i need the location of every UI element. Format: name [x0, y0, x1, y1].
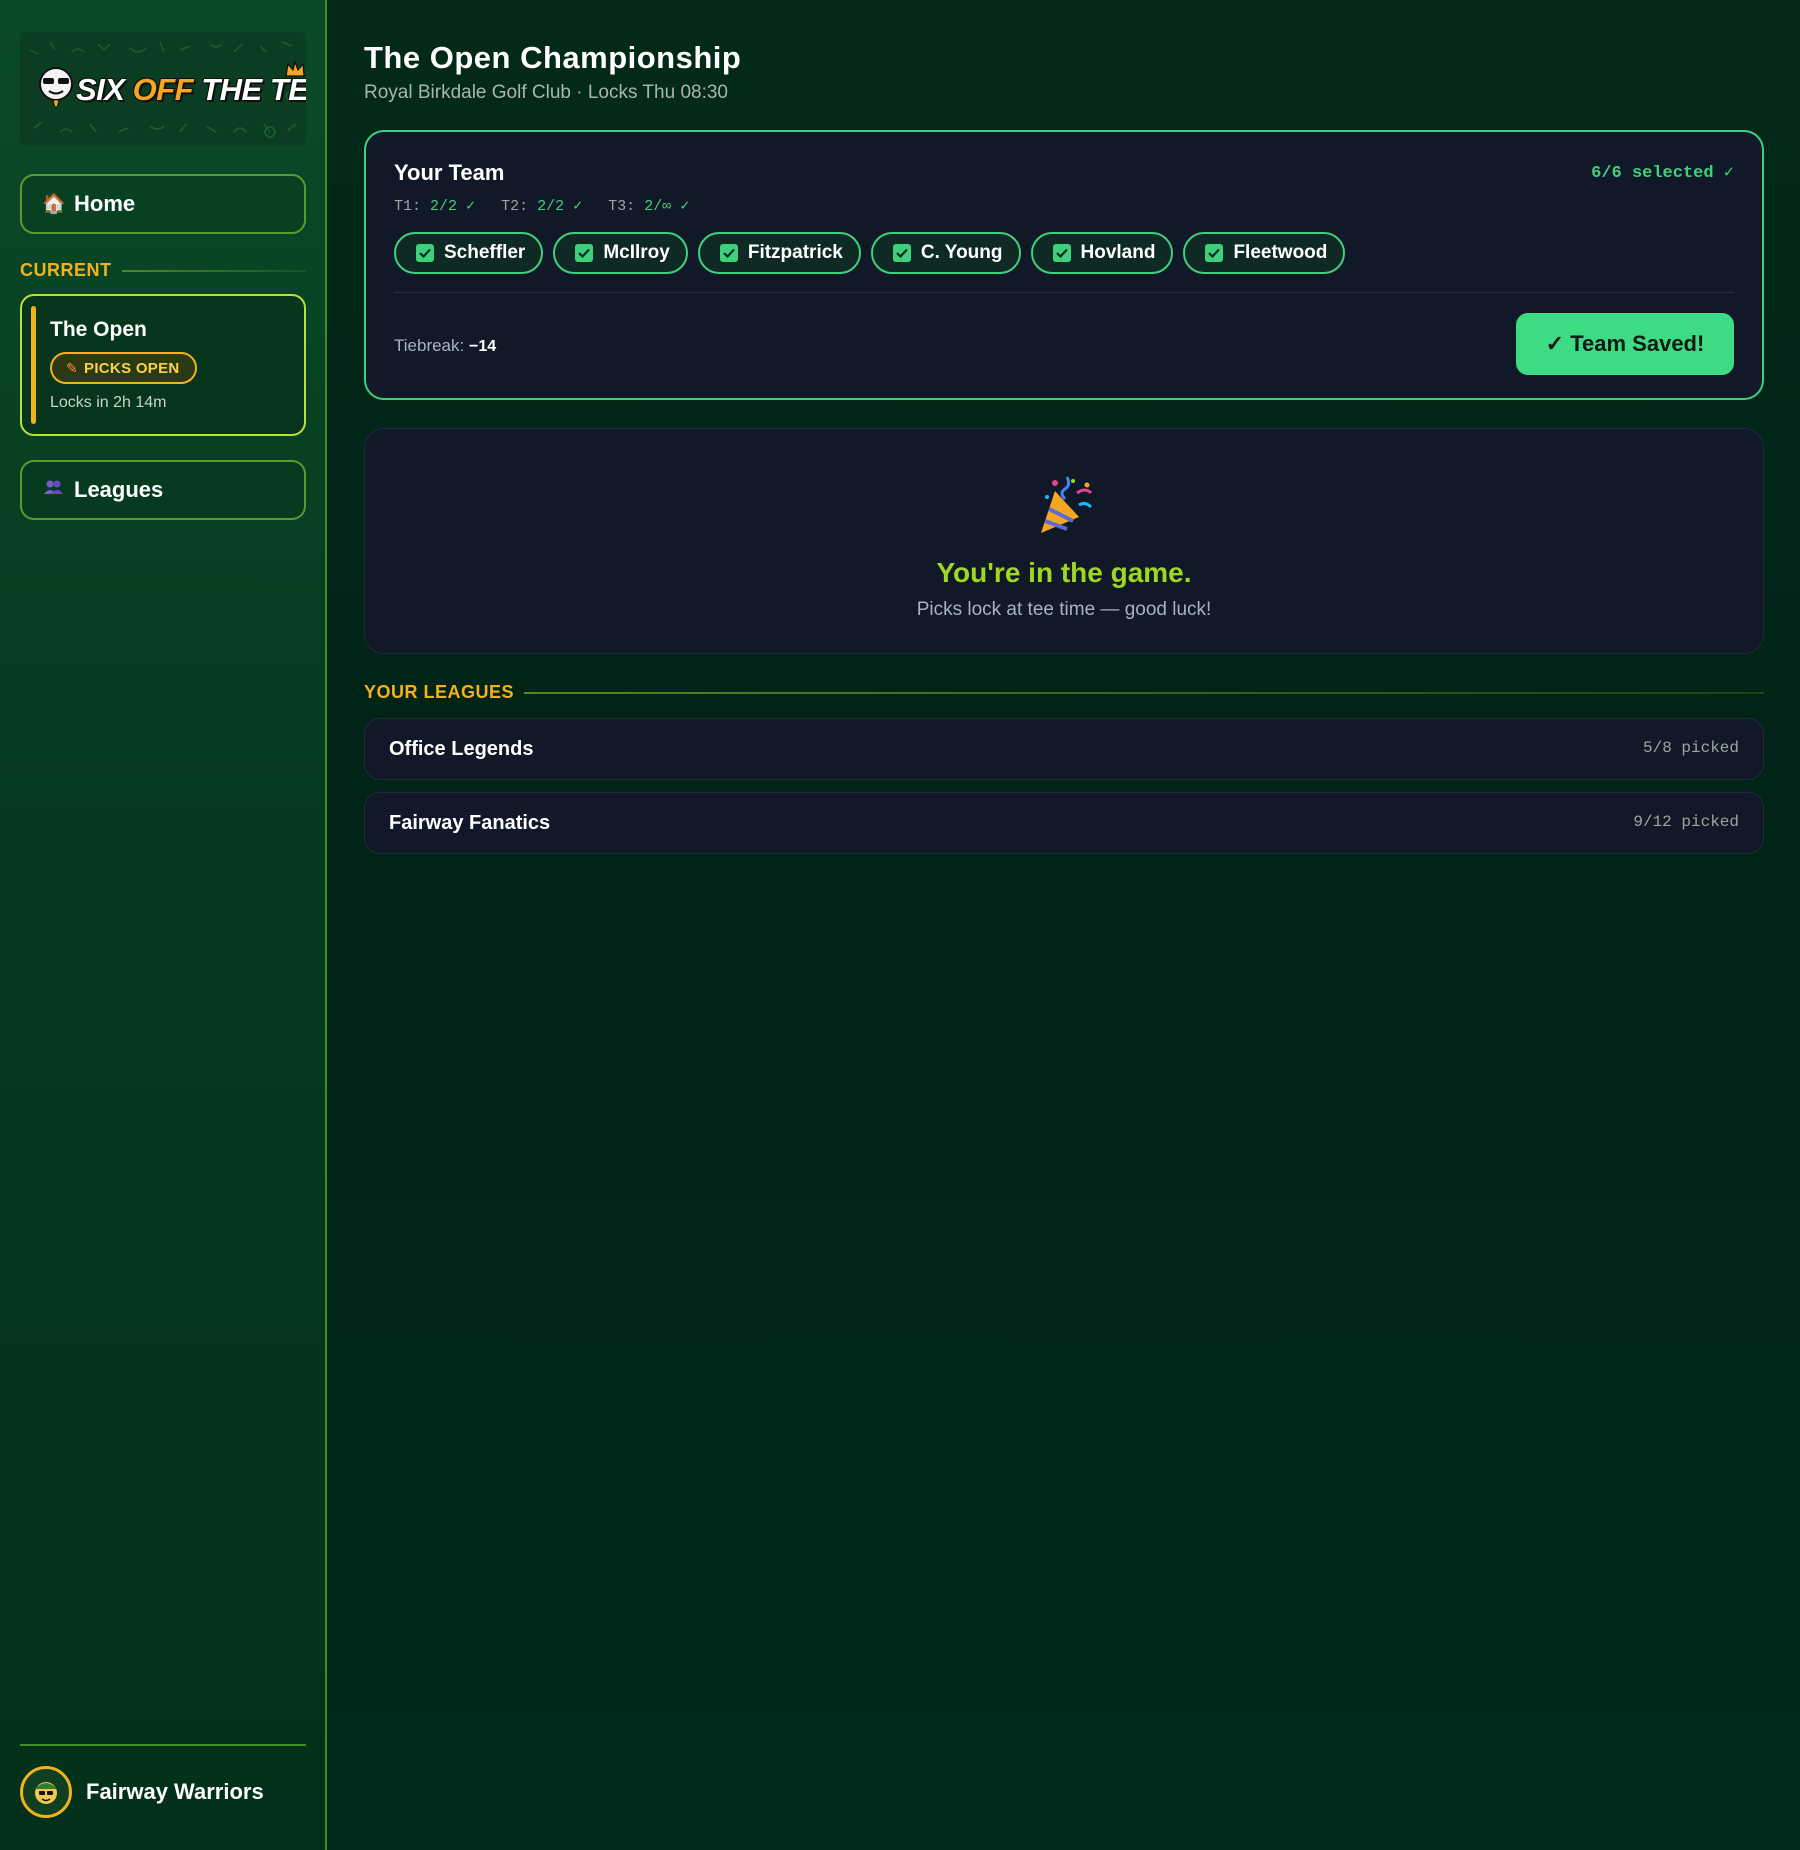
team-card-divider	[394, 292, 1734, 293]
current-event-title: The Open	[50, 318, 147, 341]
tier-2-status: T2: 2/2 ✓	[501, 198, 583, 215]
tiebreak: Tiebreak: −14	[394, 336, 496, 356]
player-chip[interactable]: Fleetwood	[1183, 232, 1346, 274]
crown-icon	[285, 60, 305, 77]
section-divider	[524, 691, 1764, 694]
party-popper-icon	[1041, 476, 1093, 533]
checkbox-checked-icon	[575, 244, 594, 262]
user-profile[interactable]: Fairway Warriors	[20, 1766, 264, 1818]
team-saved-button[interactable]: ✓ Team Saved!	[1516, 313, 1734, 375]
page-subtitle: Royal Birkdale Golf Club · Locks Thu 08:…	[364, 82, 728, 103]
checkbox-checked-icon	[1052, 244, 1071, 262]
league-name: Fairway Fanatics	[389, 812, 551, 834]
checkbox-checked-icon	[892, 244, 911, 262]
player-chip[interactable]: C. Young	[870, 232, 1021, 274]
selected-count: 6/6 selected ✓	[1591, 164, 1734, 183]
confirmation-subtext: Picks lock at tee time — good luck!	[916, 599, 1212, 620]
checkbox-checked-icon	[1205, 244, 1224, 262]
picks-open-badge-label: PICKS OPEN	[84, 359, 180, 377]
league-picked-count: 9/12 picked	[1633, 813, 1739, 831]
player-name: Hovland	[1080, 242, 1156, 263]
current-section-text: CURRENT	[20, 260, 112, 280]
checkbox-checked-icon	[719, 244, 738, 262]
your-team-card: Your Team 6/6 selected ✓ T1: 2/2 ✓ T2: 2…	[364, 130, 1764, 400]
current-event-card[interactable]: The Open ✎ PICKS OPEN Locks in 2h 14m	[20, 294, 306, 436]
player-name: Fleetwood	[1233, 242, 1328, 263]
current-section-label: CURRENT	[20, 260, 306, 281]
section-divider	[121, 269, 306, 272]
page-title: The Open Championship	[364, 40, 742, 75]
player-chip[interactable]: Hovland	[1030, 232, 1174, 274]
people-icon	[42, 479, 64, 501]
picks-open-badge: ✎ PICKS OPEN	[50, 352, 197, 384]
current-event-locks: Locks in 2h 14m	[50, 394, 167, 411]
avatar	[20, 1766, 72, 1818]
confirmation-card: You're in the game. Picks lock at tee ti…	[364, 428, 1764, 654]
your-leagues-section-label: YOUR LEAGUES	[364, 682, 1764, 703]
logo-wordmark: SIX OFF THE TEE	[76, 72, 306, 107]
tier-1-status: T1: 2/2 ✓	[394, 198, 476, 215]
checkbox-checked-icon	[416, 244, 434, 262]
tier-summary: T1: 2/2 ✓ T2: 2/2 ✓ T3: 2/∞ ✓	[394, 196, 715, 215]
player-chips: Scheffler McIlroy Fitzpatrick C. Young H…	[394, 232, 1355, 274]
player-name: C. Young	[920, 242, 1003, 263]
people-glyph	[44, 480, 63, 494]
sidebar: SIX OFF THE TEE 🏠 Home CURRENT The Open …	[0, 0, 327, 1850]
player-name: Fitzpatrick	[747, 242, 843, 263]
golfer-emoji-icon	[35, 1782, 57, 1804]
player-chip[interactable]: Fitzpatrick	[697, 232, 861, 274]
tiebreak-label: Tiebreak:	[394, 336, 465, 355]
nav-home-label: Home	[74, 191, 136, 216]
your-leagues-text: YOUR LEAGUES	[364, 682, 515, 702]
house-icon: 🏠	[42, 194, 66, 215]
your-team-heading: Your Team	[394, 160, 505, 185]
league-row[interactable]: Office Legends 5/8 picked	[364, 718, 1764, 780]
current-event-accent	[31, 306, 36, 424]
league-row[interactable]: Fairway Fanatics 9/12 picked	[364, 792, 1764, 854]
league-name: Office Legends	[389, 738, 534, 760]
player-name: McIlroy	[603, 242, 670, 263]
sidebar-bottom-divider	[20, 1744, 306, 1746]
confirmation-message: You're in the game.	[936, 557, 1192, 588]
user-name: Fairway Warriors	[86, 1779, 264, 1804]
player-name: Scheffler	[444, 242, 526, 263]
tier-3-status: T3: 2/∞ ✓	[608, 198, 690, 215]
tiebreak-value: −14	[468, 338, 497, 355]
pencil-icon: ✎	[66, 359, 79, 376]
league-picked-count: 5/8 picked	[1642, 739, 1739, 757]
player-chip[interactable]: Scheffler	[394, 232, 544, 274]
nav-home-button[interactable]: 🏠 Home	[20, 174, 306, 234]
app-logo[interactable]: SIX OFF THE TEE	[20, 32, 306, 146]
golf-ball-mascot-icon	[39, 67, 73, 106]
nav-leagues-button[interactable]: Leagues	[20, 460, 306, 520]
nav-leagues-label: Leagues	[74, 477, 164, 502]
player-chip[interactable]: McIlroy	[553, 232, 688, 274]
